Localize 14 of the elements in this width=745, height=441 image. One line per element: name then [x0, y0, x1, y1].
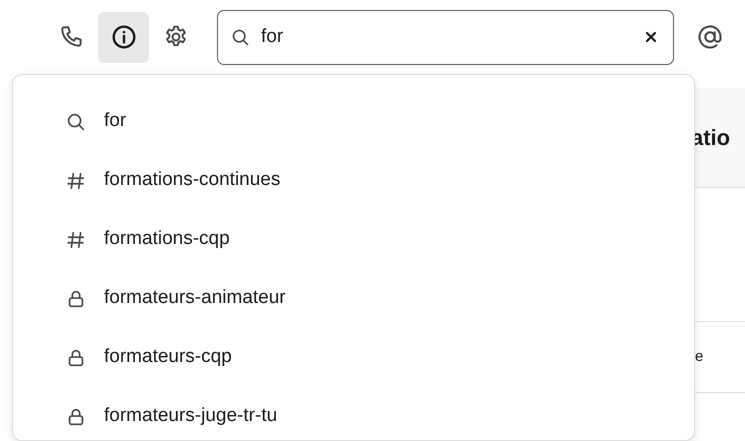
- search-input[interactable]: for: [259, 22, 641, 52]
- search-field[interactable]: for: [217, 10, 674, 64]
- mention-icon[interactable]: [696, 23, 724, 51]
- suggestion-item[interactable]: formateurs-cqp: [13, 328, 694, 387]
- suggestion-item[interactable]: formations-cqp: [13, 210, 694, 269]
- suggestion-item[interactable]: formateurs-juge-tr-tu: [13, 387, 694, 441]
- info-button[interactable]: [98, 12, 149, 62]
- info-icon: [110, 24, 136, 50]
- search-icon: [230, 26, 251, 48]
- close-icon: [645, 31, 657, 43]
- suggestion-item[interactable]: for: [13, 92, 694, 151]
- table-cell-text: e: [695, 346, 704, 367]
- suggestion-item[interactable]: formateurs-animateur: [13, 269, 694, 328]
- suggestion-item[interactable]: formations-continues: [13, 151, 694, 210]
